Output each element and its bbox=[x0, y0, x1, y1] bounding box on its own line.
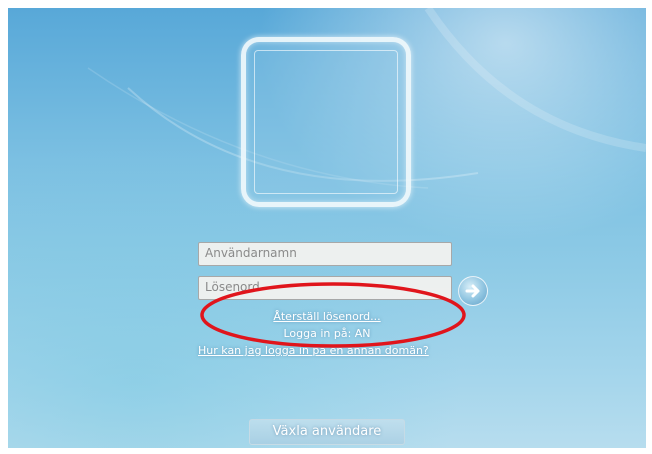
reset-password-link[interactable]: Återställ lösenord... bbox=[8, 310, 646, 323]
submit-button[interactable] bbox=[458, 276, 488, 306]
switch-user-button[interactable]: Växla användare bbox=[249, 419, 405, 445]
password-placeholder: Lösenord bbox=[205, 280, 260, 294]
password-field[interactable]: Lösenord bbox=[198, 276, 452, 300]
username-placeholder: Användarnamn bbox=[205, 246, 297, 260]
user-avatar-placeholder bbox=[254, 50, 398, 194]
logon-to-text: Logga in på: AN bbox=[283, 327, 371, 340]
username-field[interactable]: Användarnamn bbox=[198, 242, 452, 266]
domain-help-link[interactable]: Hur kan jag logga in på en annan domän? bbox=[198, 344, 429, 357]
user-avatar-frame bbox=[241, 37, 411, 207]
logon-screen: Användarnamn Lösenord Återställ lösenord… bbox=[8, 8, 646, 448]
arrow-right-icon bbox=[465, 284, 480, 298]
